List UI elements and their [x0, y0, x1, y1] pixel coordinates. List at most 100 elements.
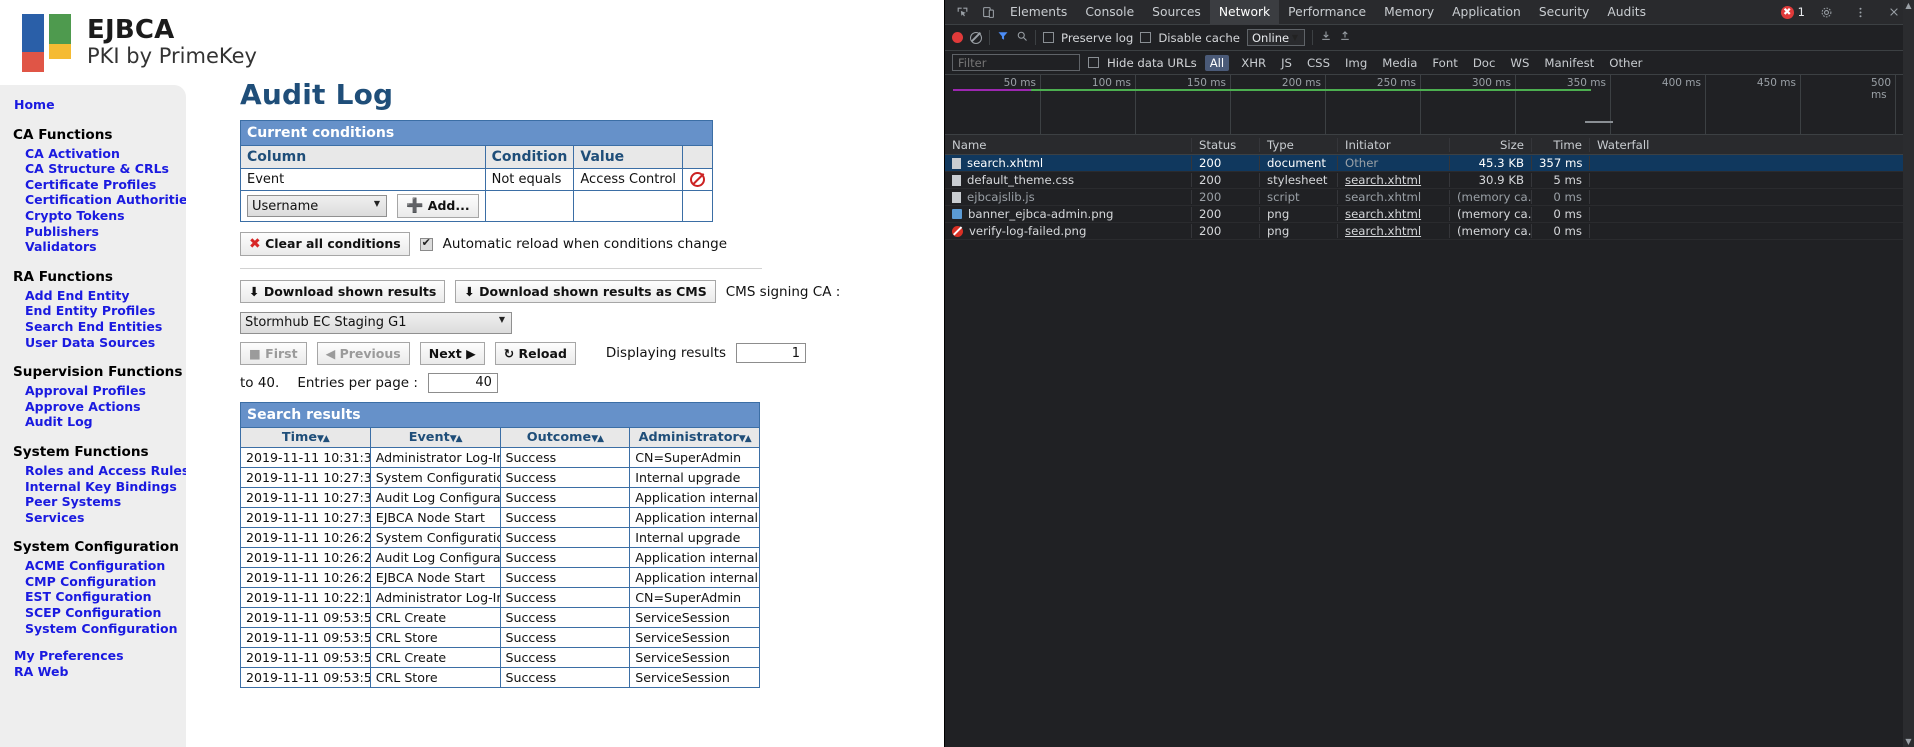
sidebar-item-my-preferences[interactable]: My Preferences: [0, 648, 186, 664]
resource-type-filter-all[interactable]: All: [1205, 55, 1230, 71]
inspect-element-icon[interactable]: [949, 0, 975, 24]
search-icon[interactable]: [1016, 30, 1028, 45]
header-size[interactable]: Size: [1450, 138, 1532, 152]
request-initiator-cell[interactable]: search.xhtml: [1338, 224, 1450, 238]
results-row[interactable]: 2019-11-11 09:53:50+0000CRL CreateSucces…: [241, 607, 760, 627]
resource-type-filter-xhr[interactable]: XHR: [1238, 56, 1269, 70]
request-name-cell[interactable]: ejbcajslib.js: [945, 190, 1192, 204]
reload-button[interactable]: ↻ Reload: [495, 342, 576, 365]
clear-all-conditions-button[interactable]: ✖ Clear all conditions: [240, 232, 410, 256]
results-row[interactable]: 2019-11-11 10:26:25+0000System Configura…: [241, 527, 760, 547]
sidebar-item-ca-structure-crls[interactable]: CA Structure & CRLs: [0, 161, 186, 177]
gear-icon[interactable]: [1813, 0, 1839, 24]
results-row[interactable]: 2019-11-11 10:27:36+0000EJBCA Node Start…: [241, 507, 760, 527]
add-condition-button[interactable]: ➕ Add...: [397, 194, 479, 218]
hide-data-urls-checkbox[interactable]: [1088, 57, 1099, 68]
request-initiator-cell[interactable]: Other: [1338, 156, 1450, 170]
pager-previous-button[interactable]: ◀ Previous: [317, 342, 410, 365]
preserve-log-checkbox[interactable]: [1043, 32, 1054, 43]
download-shown-results-cms-button[interactable]: ⬇ Download shown results as CMS: [455, 280, 715, 303]
devtools-tab-network[interactable]: Network: [1210, 0, 1279, 25]
resource-type-filter-other[interactable]: Other: [1606, 56, 1645, 70]
displaying-from-input[interactable]: [736, 343, 806, 363]
delete-condition-button[interactable]: [683, 169, 713, 191]
more-vertical-icon[interactable]: [1847, 0, 1873, 24]
results-row[interactable]: 2019-11-11 10:27:37+0000Audit Log Config…: [241, 487, 760, 507]
results-row[interactable]: 2019-11-11 09:53:50+0000CRL StoreSuccess…: [241, 627, 760, 647]
error-count-badge[interactable]: ✖ 1: [1781, 5, 1805, 19]
results-header-event[interactable]: Event▼▲: [370, 427, 500, 447]
network-overview-timeline[interactable]: 50 ms100 ms150 ms200 ms250 ms300 ms350 m…: [945, 75, 1914, 135]
network-request-row[interactable]: search.xhtml200documentOther45.3 KB357 m…: [945, 155, 1914, 172]
entries-per-page-input[interactable]: [428, 373, 498, 393]
pager-next-button[interactable]: Next ▶: [420, 342, 485, 365]
sidebar-item-ca-activation[interactable]: CA Activation: [0, 146, 186, 162]
sidebar-item-publishers[interactable]: Publishers: [0, 224, 186, 240]
results-header-time[interactable]: Time▼▲: [241, 427, 371, 447]
resource-type-filter-doc[interactable]: Doc: [1470, 56, 1499, 70]
scroll-down-icon[interactable]: ▼: [1903, 736, 1914, 747]
disable-cache-checkbox[interactable]: [1140, 32, 1151, 43]
header-type[interactable]: Type: [1260, 138, 1338, 152]
download-shown-results-button[interactable]: ⬇ Download shown results: [240, 280, 445, 303]
devtools-tab-audits[interactable]: Audits: [1598, 0, 1655, 25]
header-initiator[interactable]: Initiator: [1338, 138, 1450, 152]
cms-signing-ca-select[interactable]: Stormhub EC Staging G1: [240, 312, 512, 334]
sidebar-item-approve-actions[interactable]: Approve Actions: [0, 399, 186, 415]
header-time[interactable]: Time: [1532, 138, 1590, 152]
results-row[interactable]: 2019-11-11 10:26:23+0000EJBCA Node Start…: [241, 567, 760, 587]
filter-icon[interactable]: [997, 30, 1009, 45]
sidebar-item-approval-profiles[interactable]: Approval Profiles: [0, 383, 186, 399]
sidebar-item-peer-systems[interactable]: Peer Systems: [0, 494, 186, 510]
results-header-outcome[interactable]: Outcome▼▲: [500, 427, 630, 447]
request-name-cell[interactable]: verify-log-failed.png: [945, 224, 1192, 238]
results-header-administrator[interactable]: Administrator▼▲: [630, 427, 760, 447]
network-request-row[interactable]: ejbcajslib.js200scriptsearch.xhtml(memor…: [945, 189, 1914, 206]
export-har-icon[interactable]: [1339, 30, 1351, 45]
resource-type-filter-ws[interactable]: WS: [1507, 56, 1532, 70]
request-initiator-cell[interactable]: search.xhtml: [1338, 173, 1450, 187]
sidebar-item-validators[interactable]: Validators: [0, 239, 186, 255]
results-row[interactable]: 2019-11-11 10:26:24+0000Audit Log Config…: [241, 547, 760, 567]
throttle-select[interactable]: Online: [1247, 29, 1305, 46]
network-request-row[interactable]: verify-log-failed.png200pngsearch.xhtml(…: [945, 223, 1914, 240]
sidebar-item-add-end-entity[interactable]: Add End Entity: [0, 288, 186, 304]
resource-type-filter-font[interactable]: Font: [1429, 56, 1460, 70]
devtools-tab-performance[interactable]: Performance: [1279, 0, 1375, 25]
request-name-cell[interactable]: search.xhtml: [945, 156, 1192, 170]
sidebar-item-search-end-entities[interactable]: Search End Entities: [0, 319, 186, 335]
request-name-cell[interactable]: default_theme.css: [945, 173, 1192, 187]
pager-first-button[interactable]: ■ First: [240, 342, 307, 365]
import-har-icon[interactable]: [1320, 30, 1332, 45]
sort-arrows-icon[interactable]: ▼▲: [317, 434, 329, 444]
results-row[interactable]: 2019-11-11 10:22:18+0000Administrator Lo…: [241, 587, 760, 607]
devtools-tab-sources[interactable]: Sources: [1143, 0, 1210, 25]
sidebar-item-system-configuration[interactable]: System Configuration: [0, 621, 186, 637]
devtools-tab-security[interactable]: Security: [1530, 0, 1599, 25]
resource-type-filter-img[interactable]: Img: [1342, 56, 1370, 70]
sidebar-item-cmp-configuration[interactable]: CMP Configuration: [0, 574, 186, 590]
resource-type-filter-manifest[interactable]: Manifest: [1541, 56, 1597, 70]
sidebar-item-audit-log[interactable]: Audit Log: [0, 414, 186, 430]
network-request-row[interactable]: default_theme.css200stylesheetsearch.xht…: [945, 172, 1914, 189]
sidebar-item-end-entity-profiles[interactable]: End Entity Profiles: [0, 303, 186, 319]
device-toolbar-icon[interactable]: [975, 0, 1001, 24]
request-initiator-cell[interactable]: search.xhtml: [1338, 190, 1450, 204]
devtools-tab-elements[interactable]: Elements: [1001, 0, 1076, 25]
scroll-up-icon[interactable]: ▲: [1903, 0, 1914, 11]
header-name[interactable]: Name: [945, 138, 1192, 152]
resource-type-filter-css[interactable]: CSS: [1304, 56, 1333, 70]
new-condition-column-select[interactable]: UsernameEventOutcomeAdministratorModuleT…: [247, 195, 387, 217]
devtools-tab-application[interactable]: Application: [1443, 0, 1530, 25]
results-row[interactable]: 2019-11-11 10:31:38+0000Administrator Lo…: [241, 447, 760, 467]
auto-reload-checkbox[interactable]: [420, 238, 433, 251]
devtools-tab-console[interactable]: Console: [1076, 0, 1143, 25]
sidebar-item-certification-authorities[interactable]: Certification Authorities: [0, 192, 186, 208]
resource-type-filter-js[interactable]: JS: [1278, 56, 1295, 70]
sort-arrows-icon[interactable]: ▼▲: [739, 434, 751, 444]
request-name-cell[interactable]: banner_ejbca-admin.png: [945, 207, 1192, 221]
sidebar-item-home[interactable]: Home: [0, 97, 186, 113]
sidebar-item-roles-and-access-rules[interactable]: Roles and Access Rules: [0, 463, 186, 479]
sidebar-item-ra-web[interactable]: RA Web: [0, 664, 186, 680]
sort-arrows-icon[interactable]: ▼▲: [591, 434, 603, 444]
